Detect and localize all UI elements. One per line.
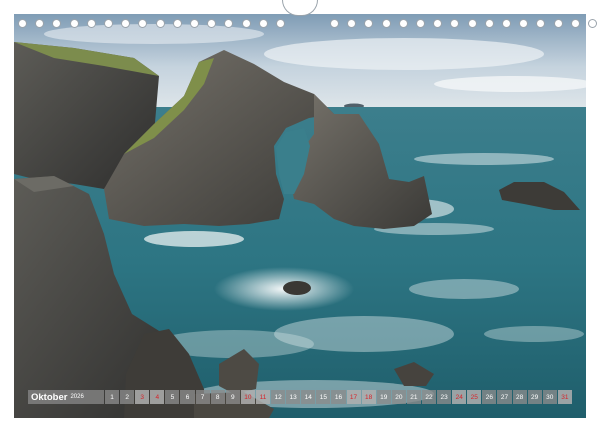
binding-hole <box>502 19 511 28</box>
day-cell: 6 <box>180 390 195 404</box>
binding-hole <box>138 19 148 28</box>
day-cell: 15 <box>316 390 331 404</box>
day-cell: 26 <box>482 390 497 404</box>
month-label: Oktober 2026 <box>28 390 104 404</box>
day-cell: 4 <box>150 390 165 404</box>
month-year: 2026 <box>70 394 84 400</box>
day-cell: 23 <box>437 390 452 404</box>
day-cell: 22 <box>421 390 437 404</box>
binding-hole <box>172 19 182 28</box>
binding-hole <box>467 19 477 28</box>
day-cell: 25 <box>467 390 482 404</box>
day-cell: 20 <box>391 390 406 404</box>
landscape-photo <box>14 14 586 418</box>
binding-hole <box>536 19 546 28</box>
day-cell: 16 <box>331 390 346 404</box>
binding-hole <box>69 19 79 28</box>
day-cell: 14 <box>301 390 316 404</box>
binding-hole <box>155 19 165 28</box>
binding-hole <box>588 19 597 28</box>
day-cell: 24 <box>452 390 467 404</box>
day-cell: 31 <box>557 390 572 404</box>
day-cell: 8 <box>210 390 225 404</box>
day-cell: 28 <box>512 390 527 404</box>
day-cell: 3 <box>135 390 150 404</box>
coastal-sea-arch-icon <box>14 14 586 418</box>
day-cell: 27 <box>497 390 512 404</box>
binding-hole <box>190 19 199 28</box>
binding-hole <box>224 19 234 28</box>
day-cell: 2 <box>120 390 135 404</box>
day-cell: 9 <box>225 390 240 404</box>
month-name: Oktober <box>31 391 68 403</box>
binding-hole <box>330 19 339 28</box>
binding-hole <box>450 19 460 28</box>
binding-hole <box>553 19 563 28</box>
day-cell: 21 <box>406 390 421 404</box>
day-cell: 5 <box>165 390 180 404</box>
binding-hole <box>381 19 391 28</box>
binding-hole <box>433 19 443 28</box>
calendar-bar: Oktober 2026 1 2 3 4 5 6 7 8 9 10 11 12 13 14 15 16 17 18… <box>28 390 572 404</box>
binding-hole <box>241 19 251 28</box>
day-cell: 17 <box>346 390 361 404</box>
binding-hole <box>398 19 408 28</box>
days-row: 1 2 3 4 5 6 7 8 9 10 11 12 13 14 15 16 17 18 19 20 21 22 23 24 2… <box>105 390 572 404</box>
binding-hole <box>86 19 96 28</box>
day-cell: 18 <box>361 390 376 404</box>
binding-hole <box>258 19 268 28</box>
day-cell: 30 <box>542 390 557 404</box>
binding-hole <box>416 19 425 28</box>
binding-hole <box>519 19 529 28</box>
binding-hole <box>207 19 217 28</box>
binding-hole <box>484 19 494 28</box>
binding-hole <box>52 19 62 28</box>
binding-hole <box>364 19 374 28</box>
binding-hole <box>570 19 580 28</box>
day-cell: 7 <box>195 390 210 404</box>
spiral-binding <box>14 14 597 34</box>
day-cell: 29 <box>527 390 542 404</box>
day-cell: 11 <box>255 390 271 404</box>
binding-hole <box>276 19 285 28</box>
day-cell: 12 <box>271 390 286 404</box>
binding-hole <box>347 19 357 28</box>
binding-hole <box>121 19 131 28</box>
calendar-page: Oktober 2026 1 2 3 4 5 6 7 8 9 10 11 12 13 14 15 16 17 18… <box>0 0 600 432</box>
day-cell: 10 <box>240 390 255 404</box>
day-cell: 19 <box>376 390 391 404</box>
binding-hole <box>18 19 27 28</box>
binding-hole <box>104 19 113 28</box>
day-cell: 1 <box>105 390 120 404</box>
day-cell: 13 <box>286 390 301 404</box>
binding-hole <box>35 19 45 28</box>
